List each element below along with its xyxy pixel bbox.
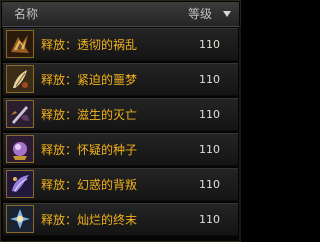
item-level: 110: [199, 38, 220, 51]
illusion-wing-icon: [6, 170, 34, 198]
rift-icon: [6, 30, 34, 58]
item-name: 释放：怀疑的种子: [41, 143, 138, 157]
list-item[interactable]: 释放：滋生的灭亡 110: [3, 98, 238, 131]
item-level: 110: [199, 73, 220, 86]
item-name: 释放：幻惑的背叛: [41, 178, 138, 192]
header-name-column[interactable]: 名称: [14, 7, 38, 21]
header-level-column[interactable]: 等级: [188, 7, 212, 21]
list-item[interactable]: 释放：紧迫的噩梦 110: [3, 63, 238, 96]
item-level: 110: [199, 178, 220, 191]
dark-blade-icon: [6, 100, 34, 128]
item-name: 释放：紧迫的噩梦: [41, 73, 138, 87]
list-item[interactable]: 释放：灿烂的终末 110: [3, 203, 238, 236]
item-level: 110: [199, 108, 220, 121]
item-name: 释放：滋生的灭亡: [41, 108, 138, 122]
item-level: 110: [199, 143, 220, 156]
item-name: 释放：透彻的祸乱: [41, 38, 138, 52]
list-item[interactable]: 释放：透彻的祸乱 110: [3, 28, 238, 61]
sort-desc-arrow-icon[interactable]: [223, 11, 231, 17]
list-header: 名称 等级: [2, 2, 239, 27]
item-list-panel: 名称 等级 释放：透彻的祸乱 110 释放：紧迫的噩梦 110 释放：滋生的灭亡…: [0, 0, 241, 242]
item-level: 110: [199, 213, 220, 226]
scrollbar-track[interactable]: [239, 26, 241, 241]
item-name: 释放：灿烂的终末: [41, 213, 138, 227]
seed-orb-icon: [6, 135, 34, 163]
list-item[interactable]: 释放：幻惑的背叛 110: [3, 168, 238, 201]
list-item[interactable]: 释放：怀疑的种子 110: [3, 133, 238, 166]
feather-nightmare-icon: [6, 65, 34, 93]
item-list: 释放：透彻的祸乱 110 释放：紧迫的噩梦 110 释放：滋生的灭亡 110 释…: [3, 28, 238, 238]
radiant-end-icon: [6, 205, 34, 233]
